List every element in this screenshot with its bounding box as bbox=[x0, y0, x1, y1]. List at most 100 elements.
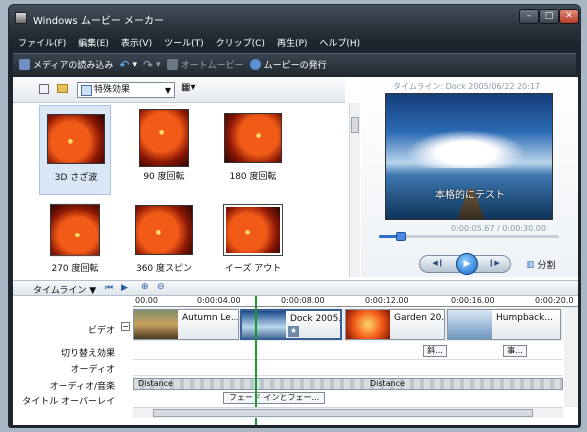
timeline-dropdown[interactable]: タイムライン ▼ bbox=[33, 283, 96, 296]
timeline-toolbar: タイムライン ▼ ⏮ ▶ ⊕ ⊖ bbox=[13, 280, 578, 296]
effect-tile-spin-360[interactable]: 360 度スピン bbox=[128, 197, 200, 287]
undo-button[interactable]: ↶ ▾ bbox=[119, 58, 137, 72]
previous-frame-icon[interactable]: ◀❙ bbox=[430, 259, 446, 270]
import-media-button[interactable]: メディアの読み込み bbox=[19, 58, 113, 71]
maximize-button[interactable]: □ bbox=[539, 9, 559, 24]
import-icon bbox=[19, 59, 30, 70]
clip-title: Autumn Le... bbox=[182, 313, 239, 323]
import-label: メディアの読み込み bbox=[33, 61, 114, 71]
ruler-tick: 0:00:12.00 bbox=[365, 296, 409, 305]
video-clip[interactable]: Garden 20... bbox=[345, 309, 445, 340]
ruler-tick: 0:00:04.00 bbox=[197, 296, 241, 305]
menu-help[interactable]: ヘルプ(H) bbox=[314, 34, 365, 50]
menu-play[interactable]: 再生(P) bbox=[272, 34, 312, 50]
play-button[interactable]: ▶ bbox=[456, 253, 478, 275]
redo-icon: ↷ bbox=[142, 57, 154, 72]
effect-tile-rotate-90[interactable]: 90 度回転 bbox=[128, 105, 200, 195]
auto-movie-label: オートムービー bbox=[180, 61, 244, 71]
effect-label: 180 度回転 bbox=[229, 172, 277, 182]
video-clip[interactable]: Autumn Le... bbox=[133, 309, 239, 340]
preview-title: タイムライン: Dock 2005/06/22 20:17 bbox=[393, 82, 541, 91]
title-overlay-track-label: タイトル オーバーレイ bbox=[22, 397, 115, 407]
title-overlay-clip[interactable]: フェード インとフェー... bbox=[223, 392, 325, 404]
effect-thumbnail bbox=[135, 205, 193, 255]
timeline-hscrollbar[interactable] bbox=[133, 407, 563, 418]
preview-time: 0:00:05.67 / 0:00:30.00 bbox=[451, 224, 546, 233]
menu-clip[interactable]: クリップ(C) bbox=[211, 34, 270, 50]
next-frame-icon[interactable]: ❙▶ bbox=[486, 259, 502, 270]
redo-button[interactable]: ↷ ▾ bbox=[143, 58, 161, 72]
view-options-icon[interactable]: ▦▾ bbox=[181, 82, 195, 93]
video-track-label: ビデオ bbox=[87, 326, 115, 336]
play-timeline-icon[interactable]: ▶ bbox=[121, 283, 128, 293]
title-bar: Windows ムービー メーカー – □ ✕ bbox=[9, 5, 580, 31]
transition-row: 斜... 事... bbox=[133, 342, 563, 360]
seek-handle[interactable] bbox=[395, 232, 406, 241]
effect-label: 270 度回転 bbox=[51, 264, 99, 274]
auto-movie-button[interactable]: オートムービー bbox=[166, 58, 244, 71]
split-button[interactable]: ▥ 分割 bbox=[526, 258, 556, 272]
transition-item[interactable]: 事... bbox=[503, 345, 527, 357]
effect-thumbnail bbox=[224, 113, 282, 163]
timeline-tracks: ビデオ − 切り替え効果 オーディオ オーディオ/音楽 タイトル オーバーレイ … bbox=[13, 296, 578, 425]
effects-dropdown-label: 特殊効果 bbox=[94, 85, 131, 95]
track-labels: ビデオ − 切り替え効果 オーディオ オーディオ/音楽 タイトル オーバーレイ bbox=[13, 296, 131, 425]
effect-label: 90 度回転 bbox=[143, 172, 185, 182]
expand-icon[interactable]: − bbox=[121, 322, 130, 331]
effect-thumbnail bbox=[139, 109, 189, 167]
seek-bar[interactable] bbox=[379, 232, 559, 241]
video-clip[interactable]: Humpback... bbox=[447, 309, 561, 340]
effect-label: 360 度スピン bbox=[135, 264, 193, 274]
playhead[interactable] bbox=[255, 296, 257, 425]
menu-edit[interactable]: 編集(E) bbox=[73, 34, 114, 50]
clip-title: Dock 2005... bbox=[290, 314, 342, 324]
clip-title: Garden 20... bbox=[394, 313, 445, 323]
clip-thumbnail bbox=[448, 310, 492, 339]
undo-icon: ↶ bbox=[119, 57, 130, 72]
pane-toggle-icon[interactable] bbox=[39, 84, 49, 94]
app-window: Windows ムービー メーカー – □ ✕ ファイル(F) 編集(E) 表示… bbox=[8, 4, 581, 428]
rewind-icon[interactable]: ⏮ bbox=[105, 283, 113, 293]
audio-clip-label: Distance bbox=[138, 379, 173, 388]
app-icon bbox=[15, 12, 27, 24]
time-ruler[interactable]: 00.00 0:00:04.00 0:00:08.00 0:00:12.00 0… bbox=[133, 296, 578, 307]
clip-title: Humpback... bbox=[496, 313, 553, 323]
effect-tile-3d-ripple[interactable]: 3D さざ波 bbox=[39, 105, 111, 195]
video-track: Autumn Le... Dock 2005... ★ Garden 20... … bbox=[133, 308, 563, 341]
preview-monitor: 本格的にテスト bbox=[385, 93, 553, 220]
effect-label: イーズ アウト bbox=[224, 264, 282, 274]
chevron-down-icon: ▼ bbox=[164, 86, 171, 95]
menu-file[interactable]: ファイル(F) bbox=[13, 34, 71, 50]
scrollbar-thumb[interactable] bbox=[153, 409, 533, 417]
publish-movie-button[interactable]: ムービーの発行 bbox=[249, 58, 327, 71]
menu-bar: ファイル(F) 編集(E) 表示(V) ツール(T) クリップ(C) 再生(P)… bbox=[13, 34, 576, 50]
zoom-out-icon[interactable]: ⊖ bbox=[157, 282, 165, 292]
minimize-button[interactable]: – bbox=[519, 9, 539, 24]
menu-tools[interactable]: ツール(T) bbox=[159, 34, 209, 50]
effect-tile-rotate-180[interactable]: 180 度回転 bbox=[217, 105, 289, 195]
effects-scrollbar[interactable] bbox=[349, 103, 360, 277]
toolbar: メディアの読み込み ↶ ▾ ↷ ▾ オートムービー ムービーの発行 bbox=[13, 53, 576, 75]
transition-item[interactable]: 斜... bbox=[423, 345, 447, 357]
clip-thumbnail bbox=[134, 310, 178, 339]
effect-tile-ease-out[interactable]: イーズ アウト bbox=[217, 197, 289, 287]
effect-thumbnail bbox=[223, 204, 283, 256]
effect-star-icon: ★ bbox=[288, 326, 299, 337]
timeline-vscrollbar[interactable] bbox=[564, 307, 578, 407]
playback-controls: ◀❙ ▶ ❙▶ bbox=[419, 253, 511, 275]
effects-dropdown[interactable]: 特殊効果 ▼ bbox=[77, 82, 175, 98]
audio-music-track-label: オーディオ/音楽 bbox=[49, 382, 115, 392]
audio-clip-label: Distance bbox=[370, 379, 405, 388]
audio-track-label: オーディオ bbox=[70, 365, 115, 375]
split-icon: ▥ bbox=[526, 259, 535, 270]
close-button[interactable]: ✕ bbox=[559, 9, 579, 24]
scrollbar-thumb[interactable] bbox=[351, 117, 359, 133]
publish-label: ムービーの発行 bbox=[263, 61, 327, 71]
effect-tile-rotate-270[interactable]: 270 度回転 bbox=[39, 197, 111, 287]
folder-icon[interactable] bbox=[57, 84, 68, 93]
ruler-tick: 00.00 bbox=[135, 296, 158, 305]
zoom-in-icon[interactable]: ⊕ bbox=[141, 282, 149, 292]
menu-view[interactable]: 表示(V) bbox=[116, 34, 157, 50]
clip-thumbnail bbox=[242, 311, 286, 338]
audio-music-track[interactable]: Distance Distance bbox=[133, 378, 563, 390]
